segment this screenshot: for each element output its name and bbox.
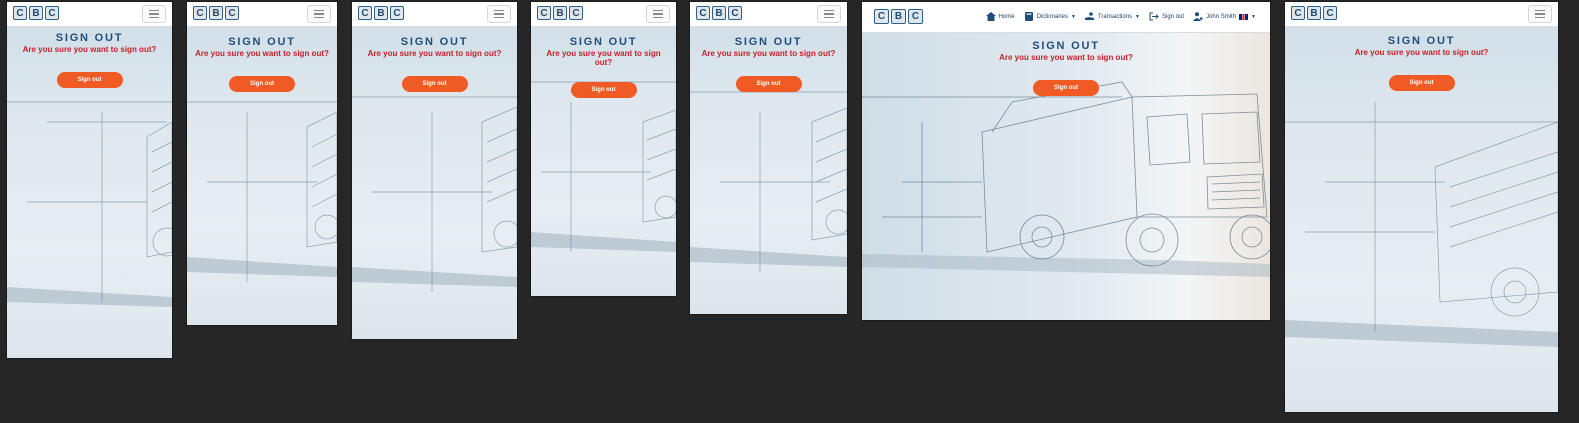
- sign-out-panel: SIGN OUT Are you sure you want to sign o…: [187, 36, 337, 92]
- logo-letter: B: [891, 9, 906, 24]
- sign-out-icon: [1149, 12, 1159, 21]
- logo-letter: C: [193, 6, 207, 20]
- sign-out-panel: SIGN OUT Are you sure you want to sign o…: [862, 40, 1270, 96]
- top-navbar: C B C: [7, 2, 172, 27]
- page-title: SIGN OUT: [1387, 35, 1456, 47]
- viewport-preview-1: C B C SIGN OUT Are you sure you want to …: [7, 2, 172, 358]
- logo-letter: C: [358, 6, 372, 20]
- logo-letter: C: [13, 6, 27, 20]
- cbc-logo[interactable]: C B C: [1291, 6, 1337, 20]
- nav-dictionaries[interactable]: Dictionaries ▼: [1024, 12, 1076, 21]
- nav-sign-out-label: Sign out: [1162, 13, 1185, 20]
- confirm-question: Are you sure you want to sign out?: [546, 49, 661, 67]
- nav-dictionaries-label: Dictionaries: [1036, 13, 1068, 20]
- top-navbar: C B C Home Dictionaries ▼ Transactions ▼…: [862, 2, 1270, 33]
- sign-out-panel: SIGN OUT Are you sure you want to sign o…: [1285, 35, 1558, 91]
- caret-down-icon: ▼: [1070, 13, 1076, 20]
- logo-letter: C: [45, 6, 59, 20]
- logo-letter: C: [696, 6, 710, 20]
- logo-letter: B: [209, 6, 223, 20]
- hamburger-menu-icon[interactable]: [817, 5, 841, 23]
- cbc-logo[interactable]: C B C: [537, 6, 583, 20]
- user-icon: [1193, 12, 1203, 21]
- confirm-question: Are you sure you want to sign out?: [1354, 48, 1489, 57]
- main-nav: Home Dictionaries ▼ Transactions ▼ Sign …: [985, 12, 1256, 21]
- logo-letter: B: [1307, 6, 1321, 20]
- sign-out-panel: SIGN OUT Are you sure you want to sign o…: [352, 36, 517, 92]
- viewport-preview-2: C B C SIGN OUT Are you sure you want to …: [187, 2, 337, 325]
- caret-down-icon: ▼: [1251, 13, 1256, 20]
- confirm-question: Are you sure you want to sign out?: [999, 53, 1133, 62]
- page-title: SIGN OUT: [1032, 40, 1100, 52]
- logo-letter: C: [908, 9, 923, 24]
- logo-letter: C: [728, 6, 742, 20]
- confirm-question: Are you sure you want to sign out?: [367, 49, 502, 58]
- logo-letter: C: [874, 9, 889, 24]
- logo-letter: C: [569, 6, 583, 20]
- top-navbar: C B C: [187, 2, 337, 27]
- logo-letter: B: [553, 6, 567, 20]
- book-icon: [1024, 12, 1033, 21]
- page-title: SIGN OUT: [228, 36, 296, 48]
- nav-home-label: Home: [998, 13, 1015, 20]
- cbc-logo[interactable]: C B C: [696, 6, 742, 20]
- hand-icon: [1084, 12, 1094, 20]
- hamburger-menu-icon[interactable]: [1528, 5, 1552, 23]
- top-navbar: C B C: [1285, 2, 1558, 27]
- top-navbar: C B C: [690, 2, 847, 27]
- nav-user[interactable]: John Smith ▼: [1193, 12, 1256, 21]
- cbc-logo[interactable]: C B C: [874, 9, 923, 24]
- sign-out-button[interactable]: Sign out: [735, 75, 802, 92]
- confirm-question: Are you sure you want to sign out?: [701, 49, 836, 58]
- nav-transactions[interactable]: Transactions ▼: [1084, 12, 1140, 21]
- page-title: SIGN OUT: [569, 36, 638, 48]
- viewport-preview-4: C B C SIGN OUT Are you sure you want to …: [531, 2, 676, 296]
- logo-letter: C: [537, 6, 551, 20]
- logo-letter: B: [29, 6, 43, 20]
- cbc-logo[interactable]: C B C: [358, 6, 404, 20]
- cbc-logo[interactable]: C B C: [13, 6, 59, 20]
- sign-out-button[interactable]: Sign out: [1388, 74, 1455, 91]
- page-title: SIGN OUT: [55, 32, 124, 44]
- viewport-preview-3: C B C SIGN OUT Are you sure you want to …: [352, 2, 517, 339]
- home-icon: [985, 12, 996, 21]
- viewport-preview-desktop: C B C Home Dictionaries ▼ Transactions ▼…: [862, 2, 1270, 320]
- top-navbar: C B C: [531, 2, 676, 27]
- logo-letter: B: [712, 6, 726, 20]
- hamburger-menu-icon[interactable]: [307, 5, 331, 23]
- logo-letter: B: [374, 6, 388, 20]
- sign-out-button[interactable]: Sign out: [56, 71, 123, 88]
- sign-out-panel: SIGN OUT Are you sure you want to sign o…: [690, 36, 847, 92]
- sign-out-button[interactable]: Sign out: [401, 75, 468, 92]
- hamburger-menu-icon[interactable]: [487, 5, 511, 23]
- sign-out-button[interactable]: Sign out: [570, 81, 637, 98]
- logo-letter: C: [390, 6, 404, 20]
- nav-user-label: John Smith: [1206, 13, 1237, 20]
- nav-sign-out[interactable]: Sign out: [1149, 12, 1184, 21]
- viewport-preview-5: C B C SIGN OUT Are you sure you want to …: [690, 2, 847, 314]
- logo-letter: C: [1291, 6, 1305, 20]
- viewport-preview-7: C B C SIGN OUT Are you sure you want to …: [1285, 2, 1558, 412]
- logo-letter: C: [1323, 6, 1337, 20]
- page-title: SIGN OUT: [734, 36, 803, 48]
- cbc-logo[interactable]: C B C: [193, 6, 239, 20]
- page-title: SIGN OUT: [400, 36, 469, 48]
- confirm-question: Are you sure you want to sign out?: [22, 45, 157, 54]
- logo-letter: C: [225, 6, 239, 20]
- uk-flag-icon: [1239, 13, 1249, 20]
- hamburger-menu-icon[interactable]: [142, 5, 166, 23]
- hamburger-menu-icon[interactable]: [646, 5, 670, 23]
- nav-home[interactable]: Home: [985, 12, 1015, 21]
- sign-out-panel: SIGN OUT Are you sure you want to sign o…: [531, 36, 676, 98]
- top-navbar: C B C: [352, 2, 517, 27]
- sign-out-button[interactable]: Sign out: [229, 75, 295, 92]
- sign-out-button[interactable]: Sign out: [1033, 79, 1099, 96]
- nav-transactions-label: Transactions: [1097, 13, 1133, 20]
- caret-down-icon: ▼: [1135, 13, 1140, 20]
- confirm-question: Are you sure you want to sign out?: [195, 49, 329, 58]
- sign-out-panel: SIGN OUT Are you sure you want to sign o…: [7, 32, 172, 88]
